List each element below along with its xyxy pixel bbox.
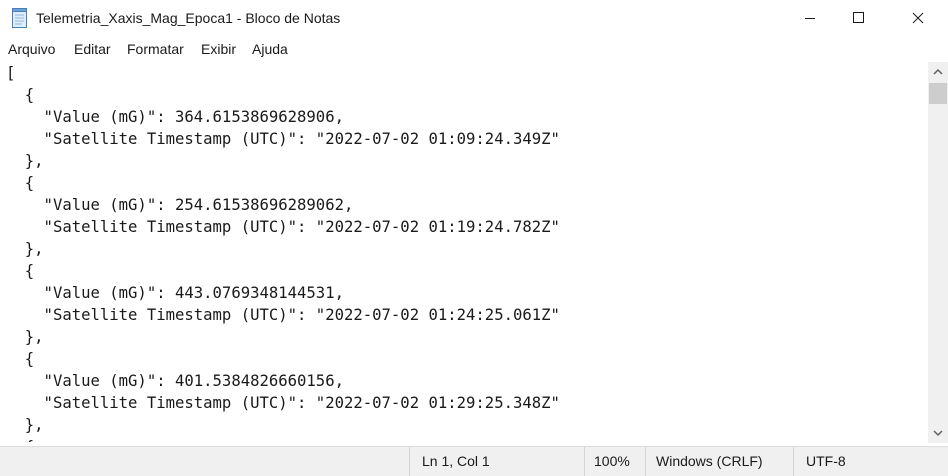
editor-line: }, — [6, 416, 44, 434]
encoding: UTF-8 — [806, 453, 846, 469]
editor-line: }, — [6, 152, 44, 170]
menu-exibir[interactable]: Exibir — [201, 41, 236, 57]
editor-line: "Value (mG)": 443.0769348144531, — [6, 284, 344, 302]
menu-formatar[interactable]: Formatar — [127, 41, 184, 57]
scroll-down-button[interactable] — [928, 423, 948, 443]
editor-line: "Satellite Timestamp (UTC)": "2022-07-02… — [6, 218, 560, 236]
text-editor[interactable]: [ { "Value (mG)": 364.6153869628906, "Sa… — [0, 62, 928, 442]
editor-line: "Value (mG)": 364.6153869628906, — [6, 108, 344, 126]
scroll-thumb[interactable] — [929, 83, 947, 104]
editor-line: [ — [6, 64, 16, 82]
editor-line: "Satellite Timestamp (UTC)": "2022-07-02… — [6, 394, 560, 412]
editor-line: { — [6, 350, 35, 368]
editor-line: "Value (mG)": 254.61538696289062, — [6, 196, 354, 214]
editor-line: "Satellite Timestamp (UTC)": "2022-07-02… — [6, 306, 560, 324]
window-title: Telemetria_Xaxis_Mag_Epoca1 - Bloco de N… — [36, 10, 341, 26]
status-divider — [645, 447, 646, 476]
menu-arquivo[interactable]: Arquivo — [8, 41, 55, 57]
status-bar: Ln 1, Col 1 100% Windows (CRLF) UTF-8 — [0, 446, 948, 476]
status-divider — [793, 447, 794, 476]
minimize-button[interactable] — [787, 0, 833, 37]
chevron-down-icon — [928, 430, 948, 447]
cursor-position: Ln 1, Col 1 — [422, 453, 490, 469]
vertical-scrollbar[interactable] — [928, 62, 948, 443]
editor-line: { — [6, 86, 35, 104]
editor-line: { — [6, 174, 35, 192]
notepad-icon — [12, 8, 28, 28]
close-button[interactable] — [895, 0, 941, 37]
maximize-button[interactable] — [835, 0, 881, 37]
scroll-up-button[interactable] — [928, 62, 948, 82]
editor-line: }, — [6, 240, 44, 258]
menu-editar[interactable]: Editar — [74, 41, 111, 57]
menu-bar: Arquivo Editar Formatar Exibir Ajuda — [0, 38, 948, 61]
title-bar[interactable]: Telemetria_Xaxis_Mag_Epoca1 - Bloco de N… — [0, 0, 948, 37]
line-ending: Windows (CRLF) — [656, 453, 763, 469]
status-divider — [409, 447, 410, 476]
menu-ajuda[interactable]: Ajuda — [252, 41, 288, 57]
editor-line: "Satellite Timestamp (UTC)": "2022-07-02… — [6, 130, 560, 148]
editor-line: { — [6, 262, 35, 280]
editor-line: { — [6, 436, 34, 442]
zoom-level: 100% — [594, 453, 630, 469]
status-divider — [584, 447, 585, 476]
editor-line: "Value (mG)": 401.5384826660156, — [6, 372, 344, 390]
editor-line: }, — [6, 328, 44, 346]
